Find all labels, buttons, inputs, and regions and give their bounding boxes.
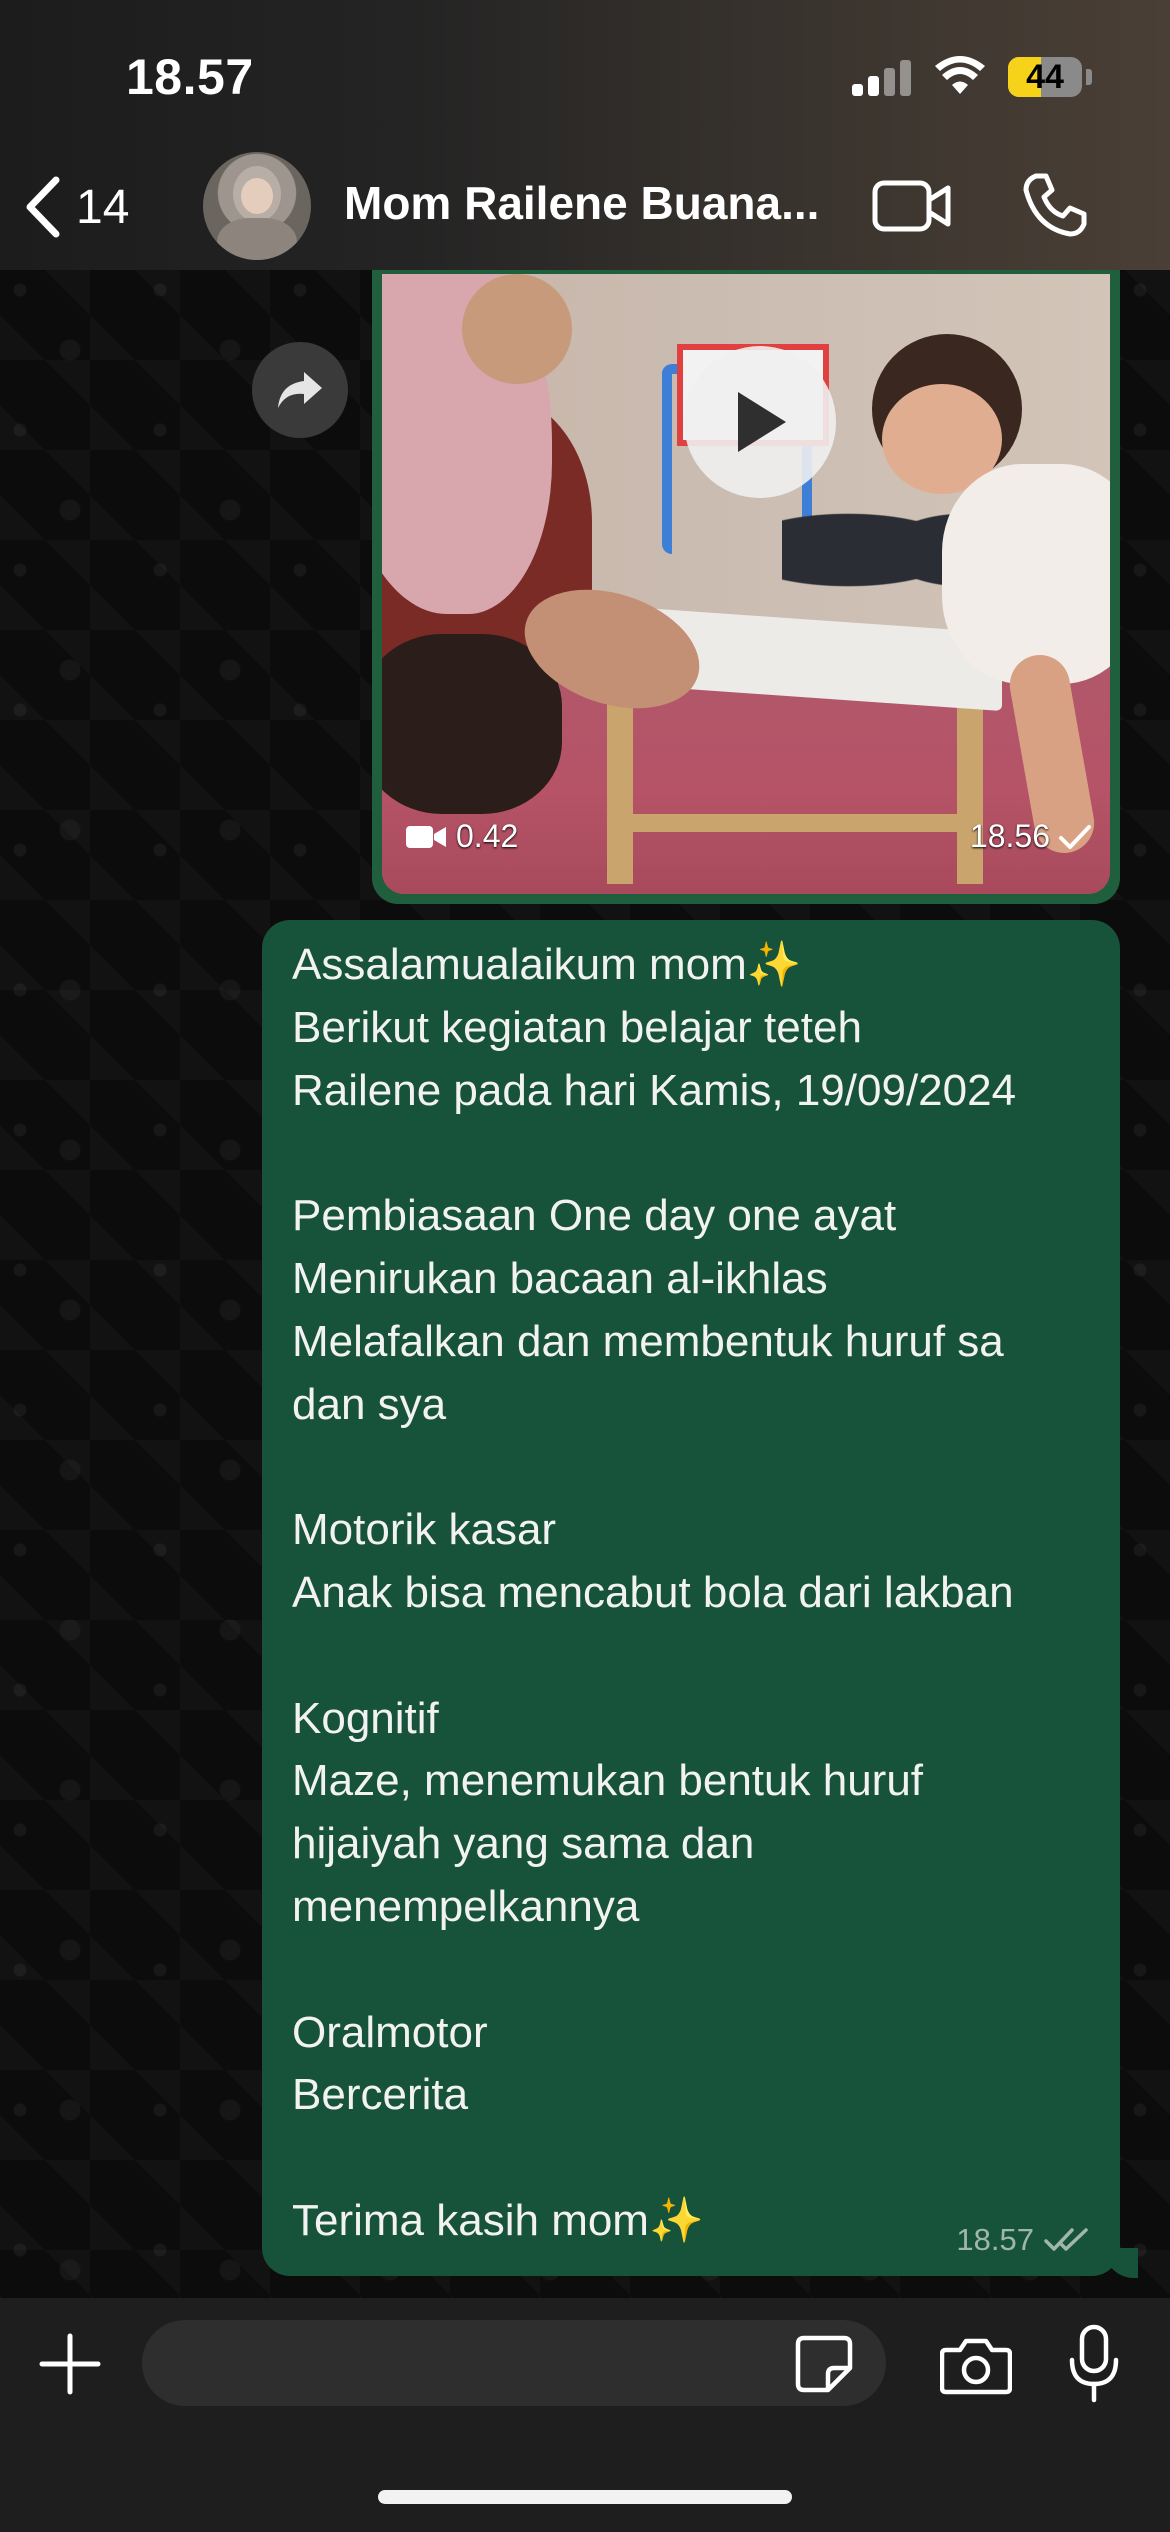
top-bar: 18.57 44 14 Mom Railene Buana...	[0, 0, 1170, 270]
message-composer	[0, 2298, 1170, 2532]
video-timestamp: 18.56	[970, 818, 1092, 855]
sticker-icon[interactable]	[794, 2334, 854, 2394]
contact-avatar[interactable]	[203, 152, 311, 260]
cellular-signal-icon	[852, 60, 914, 96]
forward-button[interactable]	[252, 342, 348, 438]
message-time-text: 18.57	[956, 2222, 1034, 2257]
video-camera-icon	[406, 825, 446, 848]
battery-percent: 44	[1026, 58, 1064, 96]
battery-tip	[1086, 69, 1092, 85]
video-thumbnail[interactable]	[382, 274, 1110, 894]
microphone-icon[interactable]	[1068, 2324, 1120, 2404]
chevron-left-icon	[26, 176, 60, 238]
message-input[interactable]	[142, 2320, 886, 2406]
contact-name[interactable]: Mom Railene Buana...	[344, 176, 834, 230]
unread-count: 14	[76, 180, 130, 234]
play-button[interactable]	[684, 346, 836, 498]
status-time: 18.57	[126, 49, 254, 105]
video-duration: 0.42	[406, 818, 518, 855]
forward-icon	[278, 372, 322, 408]
back-button[interactable]: 14	[22, 172, 129, 242]
battery-indicator: 44	[1008, 57, 1082, 97]
video-message-bubble[interactable]: 0.42 18.56	[372, 244, 1120, 904]
video-duration-text: 0.42	[456, 818, 519, 854]
camera-icon[interactable]	[940, 2336, 1012, 2396]
plus-icon[interactable]	[38, 2332, 102, 2396]
video-call-icon[interactable]	[872, 178, 952, 234]
message-body: Assalamualaikum mom✨ Berikut kegiatan be…	[292, 940, 1017, 2245]
home-indicator	[378, 2490, 792, 2504]
play-icon	[738, 392, 786, 452]
phone-icon[interactable]	[1022, 172, 1088, 238]
single-check-icon	[1059, 824, 1091, 849]
message-timestamp: 18.57	[956, 2222, 1090, 2258]
video-time-text: 18.56	[969, 818, 1050, 854]
wifi-icon	[935, 56, 985, 94]
double-check-icon	[1044, 2228, 1088, 2251]
text-message-bubble[interactable]: Assalamualaikum mom✨ Berikut kegiatan be…	[262, 920, 1120, 2276]
